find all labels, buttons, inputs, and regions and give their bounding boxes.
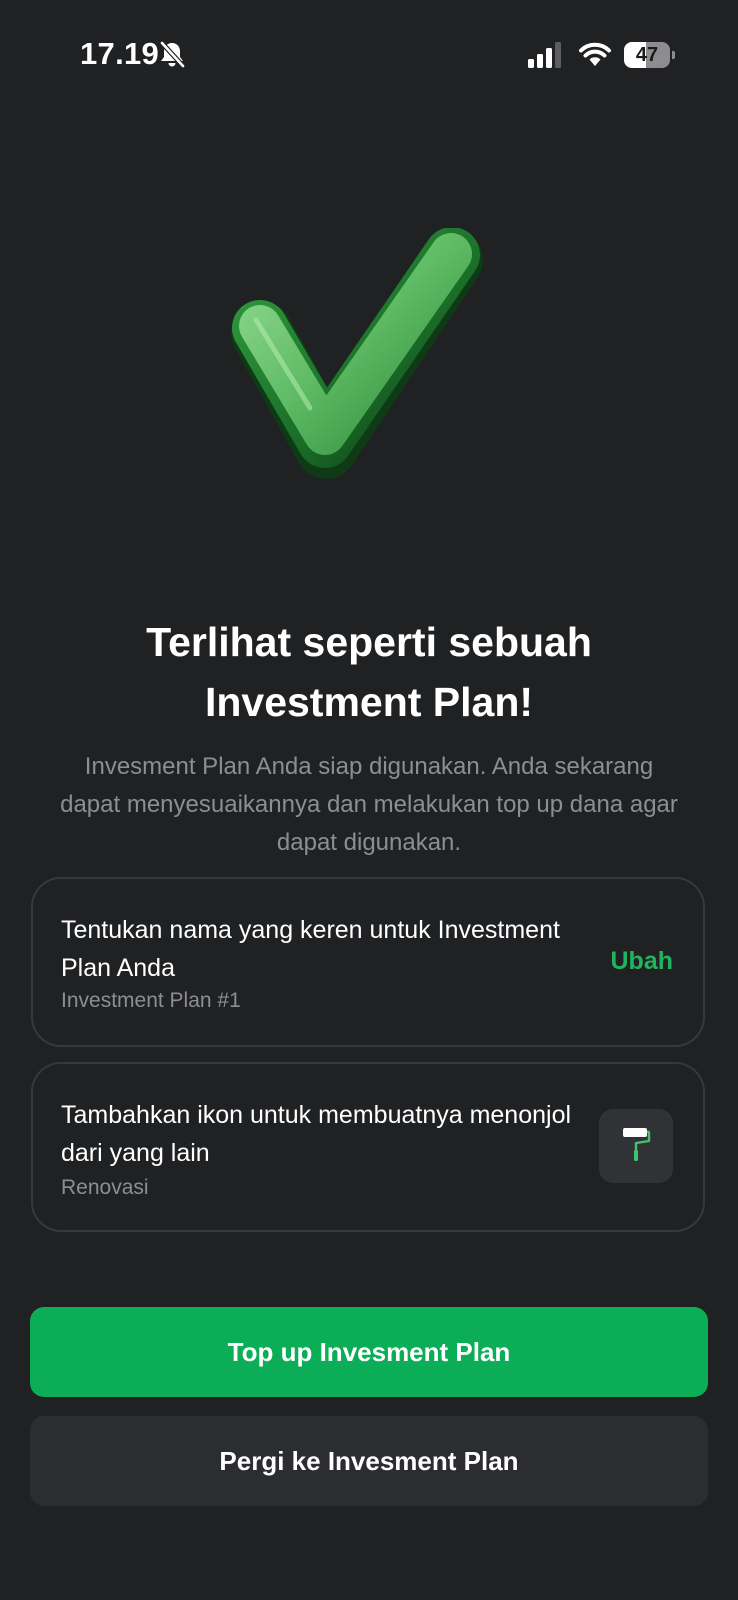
battery-indicator: 47 <box>624 42 676 68</box>
success-checkmark-icon <box>231 228 483 479</box>
go-to-plan-button[interactable]: Pergi ke Invesment Plan <box>30 1416 708 1506</box>
cellular-signal-icon <box>528 42 561 68</box>
wifi-icon <box>579 42 611 66</box>
paint-roller-icon <box>623 1128 651 1161</box>
battery-percentage: 47 <box>635 44 659 66</box>
plan-icon-card-title: Tambahkan ikon untuk membuatnya menonjol… <box>61 1101 572 1167</box>
status-time: 17.19 <box>80 36 160 71</box>
page-title-line-1: Terlihat seperti sebuah <box>146 619 592 665</box>
page-title: Terlihat seperti sebuah Investment Plan! <box>40 612 698 732</box>
plan-name-card[interactable]: Tentukan nama yang keren untuk Investmen… <box>31 877 705 1047</box>
page-description: Invesment Plan Anda siap digunakan. Anda… <box>60 753 678 856</box>
bell-slash-icon <box>160 41 185 68</box>
plan-name-value: Investment Plan #1 <box>61 989 241 1012</box>
status-bar: 17.19 47 <box>0 0 738 110</box>
icon-picker-button[interactable] <box>599 1109 673 1183</box>
plan-name-card-title: Tentukan nama yang keren untuk Investmen… <box>61 916 560 982</box>
plan-icon-card[interactable]: Tambahkan ikon untuk membuatnya menonjol… <box>31 1062 705 1232</box>
plan-icon-value: Renovasi <box>61 1176 149 1199</box>
top-up-button[interactable]: Top up Invesment Plan <box>30 1307 708 1397</box>
change-name-button[interactable]: Ubah <box>611 947 674 976</box>
page-title-line-2: Investment Plan! <box>204 679 534 725</box>
